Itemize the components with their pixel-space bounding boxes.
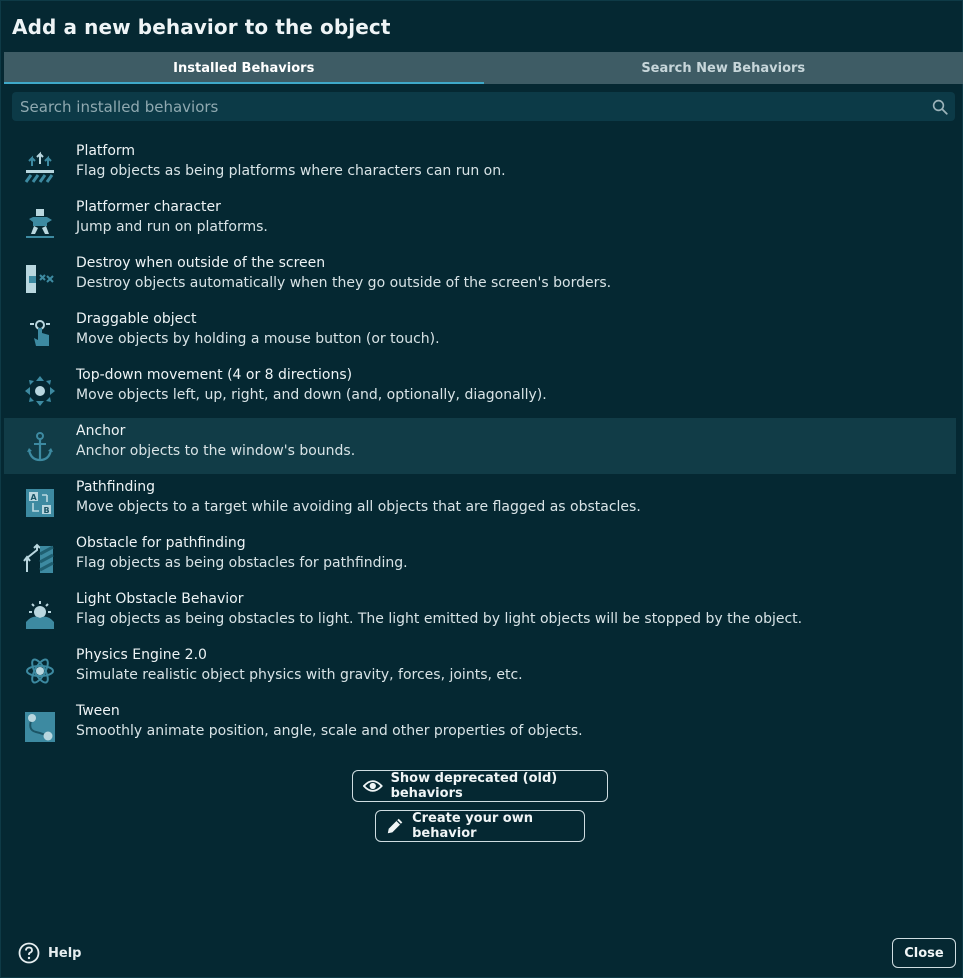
- destroy-outside-icon: [26, 265, 54, 293]
- behavior-description: Anchor objects to the window's bounds.: [76, 443, 356, 459]
- behavior-item-tween[interactable]: Tween Smoothly animate position, angle, …: [4, 698, 956, 754]
- tween-icon: [25, 712, 55, 742]
- draggable-icon: [30, 320, 50, 346]
- top-down-movement-icon: [25, 376, 55, 406]
- tab-bar: Installed Behaviors Search New Behaviors: [4, 52, 963, 84]
- behavior-item-destroy-outside-screen[interactable]: Destroy when outside of the screen Destr…: [4, 250, 956, 306]
- behavior-name: Light Obstacle Behavior: [76, 591, 244, 607]
- behavior-item-platformer-character[interactable]: Platformer character Jump and run on pla…: [4, 194, 956, 250]
- behavior-item-obstacle-pathfinding[interactable]: Obstacle for pathfinding Flag objects as…: [4, 530, 956, 586]
- behavior-item-draggable-object[interactable]: Draggable object Move objects by holding…: [4, 306, 956, 362]
- help-label: Help: [48, 945, 82, 961]
- behavior-name: Destroy when outside of the screen: [76, 255, 326, 271]
- svg-text:A: A: [31, 493, 38, 502]
- behavior-description: Flag objects as being obstacles for path…: [76, 555, 408, 571]
- behavior-item-platform[interactable]: Platform Flag objects as being platforms…: [4, 138, 956, 194]
- behavior-description: Move objects to a target while avoiding …: [76, 499, 641, 515]
- pencil-icon: [387, 818, 403, 834]
- behavior-name: Tween: [76, 703, 120, 719]
- close-button[interactable]: Close: [892, 938, 956, 968]
- behavior-description: Move objects left, up, right, and down (…: [76, 387, 547, 403]
- behavior-name: Physics Engine 2.0: [76, 647, 207, 663]
- platformer-character-icon: [26, 209, 54, 238]
- behavior-description: Flag objects as being obstacles to light…: [76, 611, 803, 627]
- tab-installed-behaviors[interactable]: Installed Behaviors: [4, 52, 484, 84]
- behavior-description: Simulate realistic object physics with g…: [76, 667, 523, 683]
- eye-icon: [363, 780, 383, 792]
- svg-text:B: B: [44, 506, 50, 515]
- behavior-description: Move objects by holding a mouse button (…: [76, 331, 440, 347]
- add-behavior-dialog: Add a new behavior to the object Install…: [0, 0, 963, 978]
- help-icon: [18, 942, 40, 964]
- show-deprecated-button[interactable]: Show deprecated (old) behaviors: [352, 770, 608, 802]
- anchor-icon: [27, 432, 53, 462]
- behavior-item-light-obstacle[interactable]: Light Obstacle Behavior Flag objects as …: [4, 586, 956, 642]
- behavior-name: Top-down movement (4 or 8 directions): [76, 367, 353, 383]
- behavior-name: Pathfinding: [76, 479, 155, 495]
- search-bar: [12, 92, 955, 121]
- behavior-item-physics-engine[interactable]: Physics Engine 2.0 Simulate realistic ob…: [4, 642, 956, 698]
- show-deprecated-label: Show deprecated (old) behaviors: [390, 771, 558, 801]
- behavior-name: Platform: [76, 143, 136, 159]
- behavior-name: Obstacle for pathfinding: [76, 535, 246, 551]
- platform-icon: [24, 151, 54, 183]
- behavior-name: Anchor: [76, 423, 126, 439]
- pathfinding-icon: A B: [26, 489, 54, 517]
- behavior-description: Destroy objects automatically when they …: [76, 275, 612, 291]
- behavior-item-top-down-movement[interactable]: Top-down movement (4 or 8 directions) Mo…: [4, 362, 956, 418]
- behavior-item-pathfinding[interactable]: A B Pathfinding Move objects to a target…: [4, 474, 956, 530]
- tab-search-new-behaviors[interactable]: Search New Behaviors: [484, 52, 963, 84]
- behavior-name: Draggable object: [76, 311, 197, 327]
- search-icon[interactable]: [931, 98, 949, 116]
- create-behavior-button[interactable]: Create your own behavior: [375, 810, 585, 842]
- physics-engine-icon: [26, 658, 54, 684]
- light-obstacle-icon: [26, 601, 54, 629]
- create-behavior-label: Create your own behavior: [412, 811, 534, 841]
- help-button[interactable]: Help: [18, 942, 81, 964]
- obstacle-pathfinding-icon: [23, 543, 54, 573]
- behavior-description: Flag objects as being platforms where ch…: [76, 163, 506, 179]
- behavior-description: Smoothly animate position, angle, scale …: [76, 723, 583, 739]
- search-input[interactable]: [12, 92, 920, 121]
- behavior-name: Platformer character: [76, 199, 221, 215]
- behavior-description: Jump and run on platforms.: [76, 219, 268, 235]
- dialog-title: Add a new behavior to the object: [12, 15, 391, 39]
- behavior-list: Platform Flag objects as being platforms…: [4, 138, 956, 754]
- behavior-item-anchor[interactable]: Anchor Anchor objects to the window's bo…: [4, 418, 956, 474]
